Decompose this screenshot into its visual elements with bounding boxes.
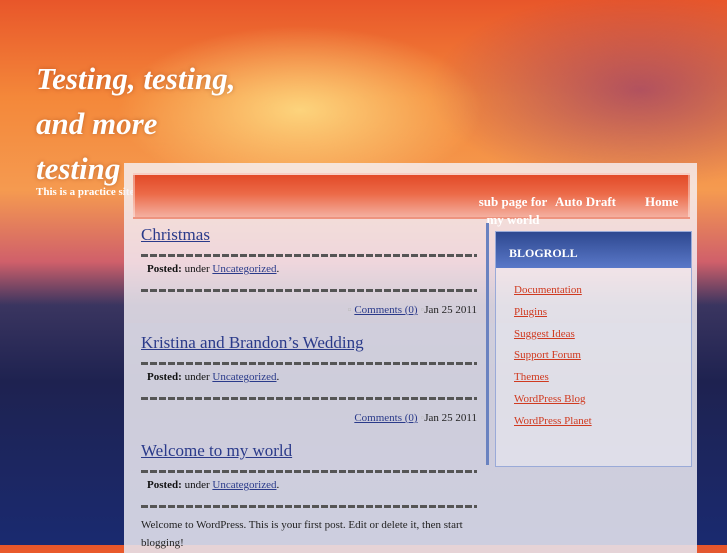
under-label: under: [184, 371, 210, 383]
category-link[interactable]: Uncategorized: [212, 479, 276, 491]
comments-link[interactable]: Comments (0): [354, 412, 417, 424]
post-meta: Posted: under Uncategorized.: [147, 263, 280, 275]
blogroll-heading: BLOGROLL: [496, 232, 691, 268]
blogroll-link-suggest-ideas[interactable]: Suggest Ideas: [514, 328, 575, 340]
blogroll-link-themes[interactable]: Themes: [514, 371, 549, 383]
post: Kristina and Brandon’s Wedding Posted: u…: [141, 333, 477, 424]
divider: [141, 397, 477, 400]
post-meta: Posted: under Uncategorized.: [147, 479, 280, 491]
post-meta: Posted: under Uncategorized.: [147, 371, 280, 383]
category-link[interactable]: Uncategorized: [212, 371, 276, 383]
post-title[interactable]: Kristina and Brandon’s Wedding: [141, 333, 364, 352]
post: Welcome to my world Posted: under Uncate…: [141, 441, 477, 552]
comment-icon: ▫: [347, 304, 352, 316]
post-title[interactable]: Welcome to my world: [141, 441, 292, 460]
posts-column: Christmas Posted: under Uncategorized. ▫…: [141, 221, 477, 552]
blogroll-link-support-forum[interactable]: Support Forum: [514, 349, 581, 361]
post: Christmas Posted: under Uncategorized. ▫…: [141, 225, 477, 316]
posted-label: Posted:: [147, 479, 182, 491]
posted-label: Posted:: [147, 371, 182, 383]
nav-bar: sub page for my world Auto Draft Home: [133, 173, 690, 227]
post-footer: ▫ Comments (0) ◦Jan 25 2011: [141, 304, 477, 316]
nav-home[interactable]: Home: [645, 193, 678, 211]
site-tagline: This is a practice site: [36, 186, 135, 198]
divider: [141, 505, 477, 508]
posted-label: Posted:: [147, 263, 182, 275]
nav-auto-draft[interactable]: Auto Draft: [555, 193, 616, 211]
comments-link[interactable]: Comments (0): [354, 304, 417, 316]
content-panel: sub page for my world Auto Draft Home Ch…: [124, 163, 697, 553]
column-divider: [486, 223, 489, 465]
blogroll-link-documentation[interactable]: Documentation: [514, 284, 582, 296]
under-label: under: [184, 479, 210, 491]
nav-sub-page[interactable]: sub page for my world: [473, 193, 553, 229]
divider: [141, 289, 477, 292]
blogroll-link-plugins[interactable]: Plugins: [514, 306, 547, 318]
post-date: Jan 25 2011: [424, 304, 477, 316]
post-body: Welcome to WordPress. This is your first…: [141, 519, 463, 549]
post-footer: Comments (0) ◦Jan 25 2011: [141, 412, 477, 424]
post-date: Jan 25 2011: [424, 412, 477, 424]
under-label: under: [184, 263, 210, 275]
category-link[interactable]: Uncategorized: [212, 263, 276, 275]
post-title[interactable]: Christmas: [141, 225, 210, 244]
sidebar-blogroll: BLOGROLL Documentation Plugins Suggest I…: [495, 231, 692, 467]
blogroll-link-wordpress-blog[interactable]: WordPress Blog: [514, 393, 586, 405]
blogroll-link-wordpress-planet[interactable]: WordPress Planet: [514, 415, 592, 427]
